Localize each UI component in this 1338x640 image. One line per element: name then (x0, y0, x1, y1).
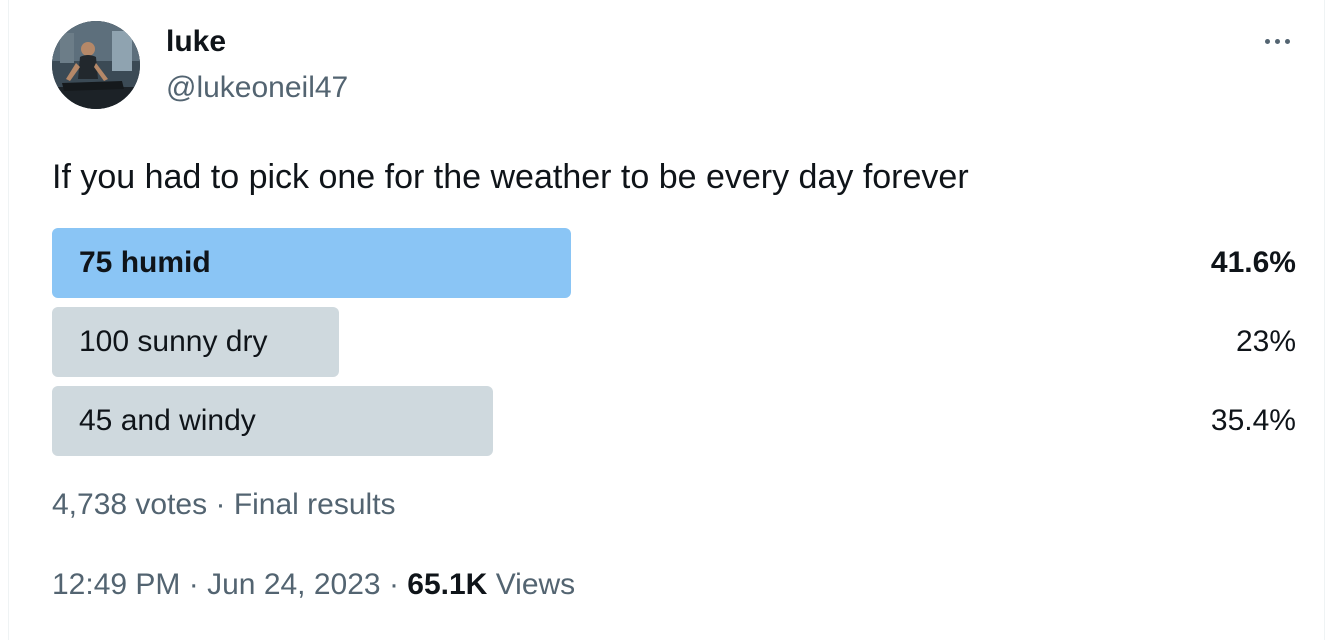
poll-option-percent: 41.6% (1210, 246, 1296, 279)
meta-separator: · (188, 568, 199, 601)
poll-option-label: 75 humid (79, 246, 211, 279)
meta-separator: · (388, 568, 399, 601)
poll-votes: 4,738 votes (52, 488, 208, 521)
more-dot (1264, 38, 1270, 44)
poll-option-2: 100 sunny dry 23% (52, 307, 1299, 377)
tweet-card: luke @lukeoneil47 If you had to pick one… (8, 0, 1325, 640)
poll-option-1: 75 humid 41.6% (52, 228, 1299, 298)
views-count[interactable]: 65.1K (407, 568, 487, 601)
tweet-text: If you had to pick one for the weather t… (52, 158, 969, 196)
poll-status: Final results (233, 488, 396, 521)
poll-option-percent: 35.4% (1210, 404, 1296, 437)
poll-separator: · (215, 488, 226, 521)
poll-option-3: 45 and windy 35.4% (52, 386, 1299, 456)
poll-option-label: 100 sunny dry (79, 325, 268, 358)
views-label[interactable]: Views (496, 568, 575, 601)
tweet-date[interactable]: Jun 24, 2023 (207, 568, 380, 601)
more-dot (1274, 38, 1280, 44)
more-options-icon[interactable] (1255, 26, 1299, 56)
poll-meta: 4,738 votes · Final results (52, 486, 396, 524)
tweet-timestamp: 12:49 PM · Jun 24, 2023 · 65.1K Views (52, 566, 575, 604)
avatar-photo-icon (52, 21, 140, 109)
poll-option-percent: 23% (1235, 325, 1296, 358)
author-name[interactable]: luke (166, 24, 226, 60)
tweet-time[interactable]: 12:49 PM (52, 568, 180, 601)
author-handle[interactable]: @lukeoneil47 (166, 70, 348, 106)
poll-option-label: 45 and windy (79, 404, 256, 437)
user-avatar[interactable] (52, 21, 140, 109)
more-dot (1284, 38, 1290, 44)
